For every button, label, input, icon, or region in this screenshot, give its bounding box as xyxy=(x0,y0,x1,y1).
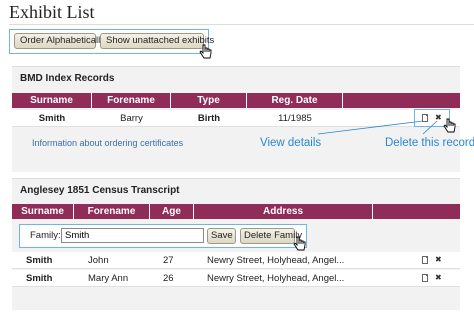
delete-icon[interactable]: ✖ xyxy=(435,273,442,283)
view-details-icon[interactable] xyxy=(422,256,428,264)
order-alphabetically-button[interactable]: Order Alphabetically xyxy=(14,33,105,49)
bmd-forename-cell: Barry xyxy=(120,113,143,124)
census-forename-cell: Mary Ann xyxy=(88,273,129,284)
census-surname-cell: Smith xyxy=(26,255,53,266)
page-title: Exhibit List xyxy=(9,2,95,22)
census-panel-title: Anglesey 1851 Census Transcript xyxy=(20,185,180,196)
census-address-cell: Newry Street, Holyhead, Angel... xyxy=(207,255,345,266)
bmd-surname-cell: Smith xyxy=(38,113,66,124)
family-label: Family: xyxy=(30,230,61,241)
bmd-reg-date-cell: 11/1985 xyxy=(278,113,312,124)
census-forename-cell: John xyxy=(88,255,109,266)
census-col-surname: Surname xyxy=(12,204,74,219)
view-details-annotation: View details xyxy=(260,137,322,149)
bmd-table-row: Smith Barry Birth 11/1985 ✖ xyxy=(12,110,460,127)
delete-family-button[interactable]: Delete Family xyxy=(240,228,302,244)
bmd-panel-title: BMD Index Records xyxy=(20,73,115,84)
census-age-cell: 26 xyxy=(163,273,174,284)
title-divider xyxy=(9,24,474,25)
bmd-col-surname: Surname xyxy=(12,93,92,108)
bmd-col-reg-date: Reg. Date xyxy=(247,93,343,108)
bmd-col-type: Type xyxy=(171,93,247,108)
hand-cursor-icon xyxy=(293,236,306,251)
census-address-cell: Newry Street, Holyhead, Angel... xyxy=(207,273,345,284)
census-age-cell: 27 xyxy=(163,255,174,266)
census-col-address: Address xyxy=(194,204,373,219)
census-table-row: Smith Mary Ann 26 Newry Street, Holyhead… xyxy=(12,270,460,287)
delete-icon[interactable]: ✖ xyxy=(435,255,442,265)
bmd-type-cell: Birth xyxy=(197,113,221,124)
delete-record-annotation: Delete this record xyxy=(385,137,474,149)
bmd-table-header: Surname Forename Type Reg. Date xyxy=(12,93,460,108)
census-col-forename: Forename xyxy=(74,204,150,219)
census-surname-cell: Smith xyxy=(26,273,53,284)
hand-cursor-icon xyxy=(199,44,212,59)
hand-cursor-icon xyxy=(443,118,456,133)
census-table-row: Smith John 27 Newry Street, Holyhead, An… xyxy=(12,252,460,269)
save-button[interactable]: Save xyxy=(207,228,236,244)
info-ordering-link[interactable]: Information about ordering certificates xyxy=(32,138,183,148)
view-details-icon[interactable] xyxy=(422,274,428,282)
bmd-col-forename: Forename xyxy=(92,93,171,108)
census-col-age: Age xyxy=(150,204,194,219)
family-name-input[interactable] xyxy=(61,228,204,243)
census-table-header: Surname Forename Age Address xyxy=(12,204,460,219)
show-unattached-button[interactable]: Show unattached exhibits xyxy=(100,33,214,49)
